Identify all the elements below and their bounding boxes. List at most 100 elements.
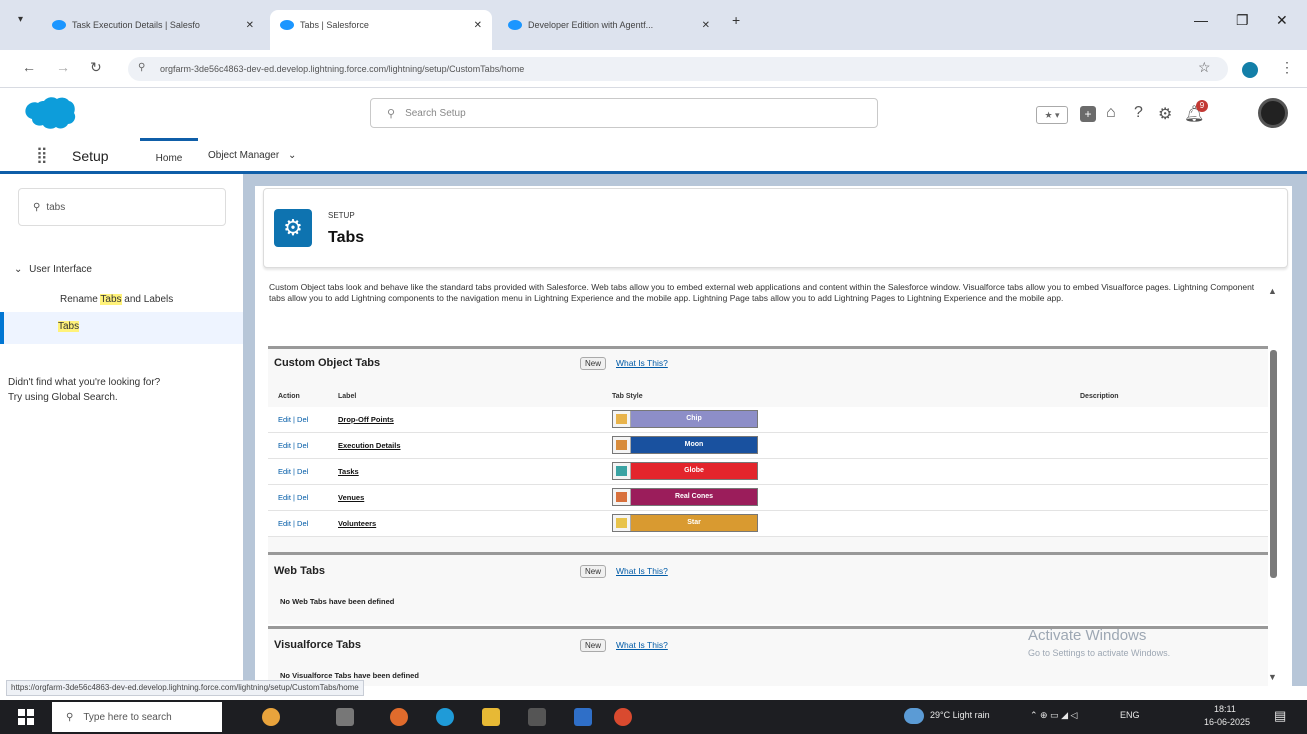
- sidebar-group-label: User Interface: [29, 264, 92, 275]
- sidebar-group-user-interface[interactable]: ⌄ User Interface: [14, 264, 92, 275]
- tab-list-chevron-icon[interactable]: ▾: [18, 14, 23, 25]
- new-custom-tab-button[interactable]: New: [580, 357, 607, 370]
- browser-tab-task-execution[interactable]: Task Execution Details | Salesfo ✕: [42, 10, 264, 40]
- sidebar-help-text-2: Try using Global Search.: [8, 392, 118, 403]
- tab-label-link[interactable]: Drop-Off Points: [338, 415, 394, 424]
- site-info-icon[interactable]: ⚲: [138, 62, 145, 73]
- search-setup-input[interactable]: ⚲ Search Setup: [370, 98, 878, 128]
- search-icon: ⚲: [33, 201, 41, 213]
- edit-del-links[interactable]: Edit | Del: [278, 519, 308, 528]
- windows-start-icon[interactable]: [18, 709, 34, 725]
- minimize-icon[interactable]: —: [1194, 12, 1208, 28]
- edge-browser-icon[interactable]: [436, 708, 454, 726]
- browser-tab-developer-edition[interactable]: Developer Edition with Agentf... ✕: [498, 10, 720, 40]
- file-explorer-icon[interactable]: [482, 708, 500, 726]
- settings-app-icon[interactable]: [574, 708, 592, 726]
- setup-sidebar: ⚲ tabs ⌄ User Interface Rename Tabs and …: [0, 174, 243, 686]
- page-kicker: SETUP: [328, 211, 355, 220]
- tab-style-swatch: Chip: [612, 410, 758, 428]
- search-icon: ⚲: [66, 711, 74, 723]
- copilot-icon[interactable]: [262, 708, 280, 726]
- scroll-up-arrow-icon[interactable]: ▲: [1268, 286, 1277, 296]
- tab-home[interactable]: Home: [140, 138, 198, 171]
- global-actions-add-icon[interactable]: +: [1080, 106, 1096, 122]
- tab-style-icon: [613, 411, 631, 427]
- what-is-this-link[interactable]: What Is This?: [616, 566, 668, 576]
- trailhead-guidance-icon[interactable]: ⌂: [1106, 104, 1116, 122]
- tab-label-link[interactable]: Volunteers: [338, 519, 376, 528]
- profile-avatar[interactable]: [1242, 62, 1258, 78]
- tab-label-link[interactable]: Tasks: [338, 467, 359, 476]
- weather-text[interactable]: 29°C Light rain: [930, 710, 990, 720]
- close-tab-icon[interactable]: ✕: [236, 20, 254, 31]
- sidebar-item-label-pre: Rename: [60, 294, 101, 305]
- quick-find-value: tabs: [46, 201, 66, 213]
- url-field[interactable]: ⚲ orgfarm-3de56c4863-dev-ed.develop.ligh…: [128, 57, 1228, 81]
- table-row: Edit | Del Drop-Off Points Chip: [268, 407, 1268, 433]
- help-icon[interactable]: ?: [1134, 104, 1143, 122]
- column-header-label: Label: [338, 393, 357, 400]
- reload-icon[interactable]: ↻: [90, 59, 102, 76]
- edit-del-links[interactable]: Edit | Del: [278, 441, 308, 450]
- clock-date[interactable]: 16-06-2025: [1204, 717, 1250, 727]
- edit-del-links[interactable]: Edit | Del: [278, 415, 308, 424]
- tab-style-icon: [613, 437, 631, 453]
- table-row: Edit | Del Venues Real Cones: [268, 485, 1268, 511]
- browser-tab-label: Tabs | Salesforce: [300, 20, 369, 30]
- task-view-icon[interactable]: [336, 708, 354, 726]
- browser-menu-icon[interactable]: ⋮: [1280, 59, 1294, 76]
- tab-label-link[interactable]: Venues: [338, 493, 364, 502]
- tab-object-manager-label: Object Manager: [208, 150, 280, 161]
- app-launcher-waffle-icon[interactable]: ⣿: [36, 145, 48, 165]
- notification-center-icon[interactable]: ▤: [1274, 708, 1286, 724]
- empty-message: No Visualforce Tabs have been defined: [280, 671, 419, 680]
- close-tab-icon[interactable]: ✕: [464, 20, 482, 31]
- edit-del-links[interactable]: Edit | Del: [278, 467, 308, 476]
- browser-tab-tabs-salesforce[interactable]: Tabs | Salesforce ✕: [270, 10, 492, 50]
- quick-find-input[interactable]: ⚲ tabs: [18, 188, 226, 226]
- column-header-action: Action: [278, 393, 300, 400]
- taskbar-search-input[interactable]: ⚲ Type here to search: [52, 702, 222, 732]
- new-web-tab-button[interactable]: New: [580, 565, 607, 578]
- bookmark-star-icon[interactable]: ☆: [1198, 59, 1211, 76]
- search-placeholder: Search Setup: [405, 107, 466, 119]
- setup-gear-icon: ⚙: [274, 209, 312, 247]
- favorites-star-icon[interactable]: ★ ▾: [1036, 106, 1068, 124]
- chrome-browser-icon[interactable]: [614, 708, 632, 726]
- close-tab-icon[interactable]: ✕: [692, 20, 710, 31]
- tab-label-link[interactable]: Execution Details: [338, 441, 401, 450]
- sidebar-item-tabs[interactable]: Tabs: [0, 312, 243, 344]
- salesforce-favicon-icon: [508, 20, 522, 30]
- clock-time[interactable]: 18:11: [1214, 704, 1236, 714]
- browser-tab-label: Task Execution Details | Salesfo: [72, 20, 200, 30]
- web-tabs-section: Web Tabs New What Is This? No Web Tabs h…: [268, 552, 1268, 624]
- close-window-icon[interactable]: ✕: [1276, 12, 1288, 29]
- browser-tab-label: Developer Edition with Agentf...: [528, 20, 654, 30]
- what-is-this-link[interactable]: What Is This?: [616, 358, 668, 368]
- scrollbar-thumb[interactable]: [1270, 350, 1277, 578]
- tray-icons[interactable]: ⌃ ⊕ ▭ ◢ ◁: [1030, 710, 1077, 721]
- tab-style-icon: [613, 515, 631, 531]
- main-panel: ⚙ SETUP Tabs Custom Object tabs look and…: [255, 186, 1292, 686]
- search-icon: ⚲: [387, 107, 396, 120]
- new-tab-button[interactable]: +: [732, 12, 740, 28]
- restore-icon[interactable]: ❐: [1236, 12, 1249, 29]
- widgets-icon[interactable]: [390, 708, 408, 726]
- salesforce-logo[interactable]: [22, 96, 76, 130]
- user-avatar[interactable]: [1258, 98, 1288, 128]
- store-icon[interactable]: [528, 708, 546, 726]
- sidebar-item-rename-tabs-and-labels[interactable]: Rename Tabs and Labels: [60, 294, 173, 305]
- tab-style-name: Star: [631, 515, 757, 531]
- edit-del-links[interactable]: Edit | Del: [278, 493, 308, 502]
- forward-icon[interactable]: →: [56, 59, 70, 75]
- what-is-this-link[interactable]: What Is This?: [616, 640, 668, 650]
- column-header-description: Description: [1080, 393, 1119, 400]
- language-indicator[interactable]: ENG: [1120, 710, 1140, 720]
- tab-object-manager[interactable]: Object Manager ⌄: [208, 150, 296, 161]
- app-title: Setup: [72, 148, 109, 164]
- scroll-down-arrow-icon[interactable]: ▼: [1268, 672, 1277, 682]
- back-icon[interactable]: ←: [22, 59, 36, 75]
- tab-style-name: Moon: [631, 437, 757, 453]
- setup-gear-icon[interactable]: ⚙: [1158, 104, 1172, 124]
- new-visualforce-tab-button[interactable]: New: [580, 639, 607, 652]
